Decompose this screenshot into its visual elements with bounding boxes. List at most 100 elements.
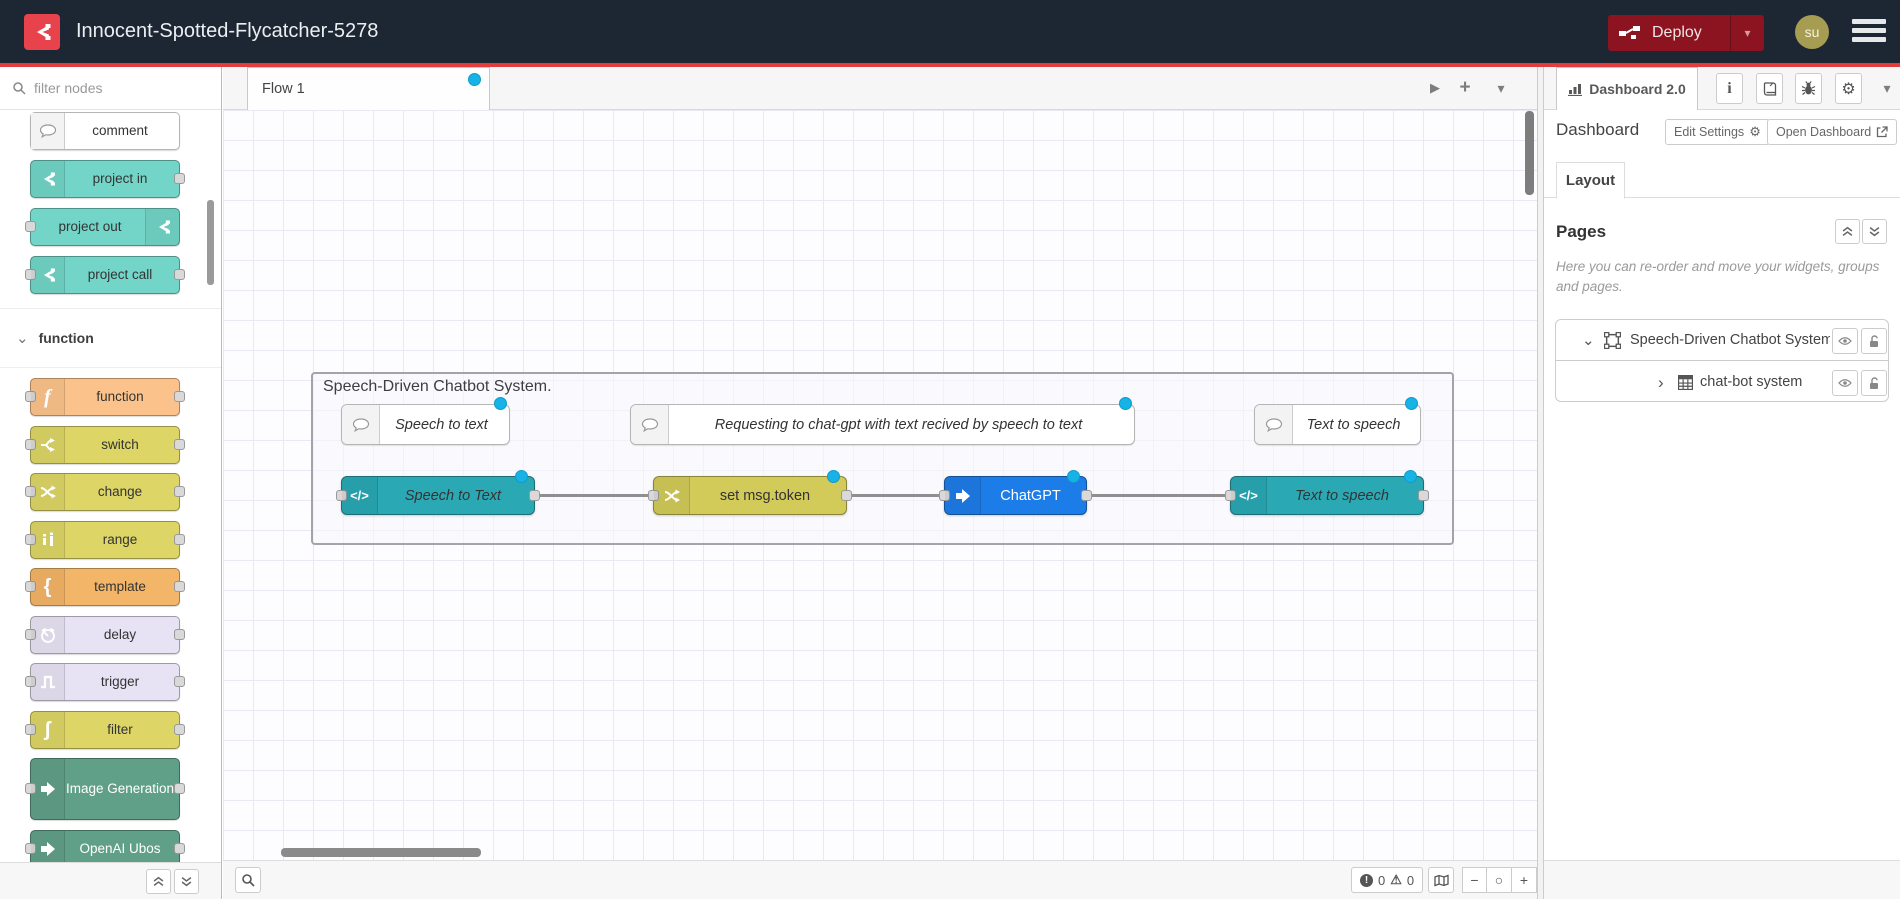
search-icon [13,82,26,95]
node-label: Text to speech [1295,487,1389,504]
changed-indicator [1404,470,1417,483]
palette-node-switch[interactable]: switch [25,426,185,464]
tab-config-nodes[interactable]: ⚙ [1835,73,1862,104]
navigator-map-button[interactable] [1428,867,1454,893]
tab-flow-1[interactable]: Flow 1 [247,67,490,110]
gear-icon: ⚙ [1749,124,1761,139]
output-port[interactable] [1081,489,1092,501]
zoom-reset-button[interactable]: ○ [1487,867,1512,893]
tab-layout[interactable]: Layout [1556,162,1625,199]
palette-node-label: delay [103,626,137,642]
edit-settings-button[interactable]: Edit Settings ⚙ [1665,119,1770,145]
palette-node-project-call[interactable]: project call [25,256,185,294]
project-fork-icon [31,257,65,293]
group-lock-button[interactable] [1861,370,1887,396]
output-port[interactable] [1418,489,1429,501]
output-port[interactable] [841,489,852,501]
deploy-button[interactable]: Deploy ▾ [1608,15,1764,51]
comment-bubble-icon [31,113,65,149]
tab-info[interactable]: i [1716,73,1743,104]
node-chatgpt[interactable]: ChatGPT [939,470,1092,515]
palette-node-label: Image Generation [65,780,175,796]
workspace-title: Innocent-Spotted-Flycatcher-5278 [76,20,379,42]
node-speech-to-text[interactable]: </> Speech to Text [336,470,540,515]
palette-node-openai-ubos[interactable]: OpenAI Ubos [25,830,185,862]
tab-help[interactable] [1756,73,1783,104]
warning-icon: ⚠ [1390,872,1402,887]
canvas-vertical-scrollbar[interactable] [1525,111,1534,195]
palette-category-function[interactable]: ⌄ function [0,308,221,368]
palette-scrollbar[interactable] [207,200,214,285]
double-chevron-up-icon [153,876,164,886]
node-group[interactable]: Speech-Driven Chatbot System. [311,372,1454,545]
zoom-in-button[interactable]: + [1512,867,1537,893]
ubos-logo-icon [24,14,60,50]
palette-node-template[interactable]: { template [25,568,185,606]
group-label: chat-bot system [1700,374,1803,390]
search-flows-button[interactable] [235,867,261,893]
filter-nodes-input[interactable] [34,75,204,101]
palette-scroll-area[interactable]: comment project in project out project c… [0,110,221,862]
changed-indicator [1405,397,1418,410]
flow-canvas[interactable]: Speech-Driven Chatbot System. Speech to … [223,110,1537,860]
palette-node-comment[interactable]: comment [30,112,180,150]
error-warning-counter[interactable]: ! 0 ⚠ 0 [1351,867,1424,893]
palette-node-function[interactable]: f function [25,378,185,416]
comment-node-speech-to-text[interactable]: Speech to text [341,397,510,445]
chevron-down-icon: ⌄ [16,330,29,347]
flow-list-button[interactable]: ▶ [1421,67,1449,109]
tree-row-group[interactable]: › chat-bot system [1556,362,1888,403]
category-label: function [38,330,94,346]
output-port[interactable] [529,489,540,501]
palette-node-change[interactable]: change [25,473,185,511]
sidebar-tab-bar: Dashboard 2.0 i ⚙ ▾ [1544,67,1900,110]
page-visibility-button[interactable] [1832,328,1858,354]
palette-node-image-generation[interactable]: Image Generation [25,758,185,820]
comment-node-text-to-speech[interactable]: Text to speech [1254,397,1421,445]
dashboard-header-row: Dashboard Edit Settings ⚙ Open Dashboard [1544,110,1900,152]
palette-node-label: template [94,578,146,594]
palette-node-delay[interactable]: delay [25,616,185,654]
eye-icon [1838,379,1852,387]
page-lock-button[interactable] [1861,328,1887,354]
palette-node-trigger[interactable]: trigger [25,663,185,701]
canvas-horizontal-scrollbar[interactable] [281,848,481,857]
comment-node-requesting-chatgpt[interactable]: Requesting to chat-gpt with text recived… [630,397,1135,445]
sidebar-resize-grip[interactable] [1537,67,1544,899]
chevron-right-icon[interactable]: › [1658,362,1664,403]
output-port [174,486,185,497]
user-avatar[interactable]: su [1795,15,1829,49]
open-dashboard-button[interactable]: Open Dashboard [1767,119,1898,145]
palette-search-box[interactable] [0,67,221,110]
error-icon: ! [1360,873,1373,887]
add-flow-button[interactable]: + [1451,67,1479,109]
palette-node-project-in[interactable]: project in [30,160,185,198]
sidebar-menu-caret[interactable]: ▾ [1874,67,1900,109]
output-port [174,783,185,794]
zoom-out-button[interactable]: − [1462,867,1487,893]
expand-all-pages-button[interactable] [1862,219,1887,244]
main-menu-button[interactable] [1852,19,1886,45]
tab-debug[interactable] [1795,73,1822,104]
output-port [174,676,185,687]
palette-node-range[interactable]: range [25,521,185,559]
chevron-down-icon[interactable]: ⌄ [1582,320,1595,361]
tree-row-page[interactable]: ⌄ Speech-Driven Chatbot System [1556,320,1888,361]
changed-indicator [515,470,528,483]
node-text-to-speech[interactable]: </> Text to speech [1225,470,1429,515]
bar-chart-icon [1568,83,1583,96]
palette-node-project-out[interactable]: project out [25,208,180,246]
collapse-all-pages-button[interactable] [1835,219,1860,244]
group-visibility-button[interactable] [1832,370,1858,396]
tab-dashboard-2[interactable]: Dashboard 2.0 [1556,67,1698,110]
collapse-categories-button[interactable] [146,869,171,894]
palette-node-filter[interactable]: ʃ filter [25,711,185,749]
palette-node-label: comment [92,122,148,138]
changed-indicator [1119,397,1132,410]
deploy-options-caret[interactable]: ▾ [1730,15,1764,51]
flow-menu-caret[interactable]: ▾ [1487,67,1515,109]
expand-categories-button[interactable] [174,869,199,894]
open-dashboard-label: Open Dashboard [1776,125,1872,139]
comment-label: Speech to text [395,416,488,433]
node-set-msg-token[interactable]: set msg.token [648,470,852,515]
